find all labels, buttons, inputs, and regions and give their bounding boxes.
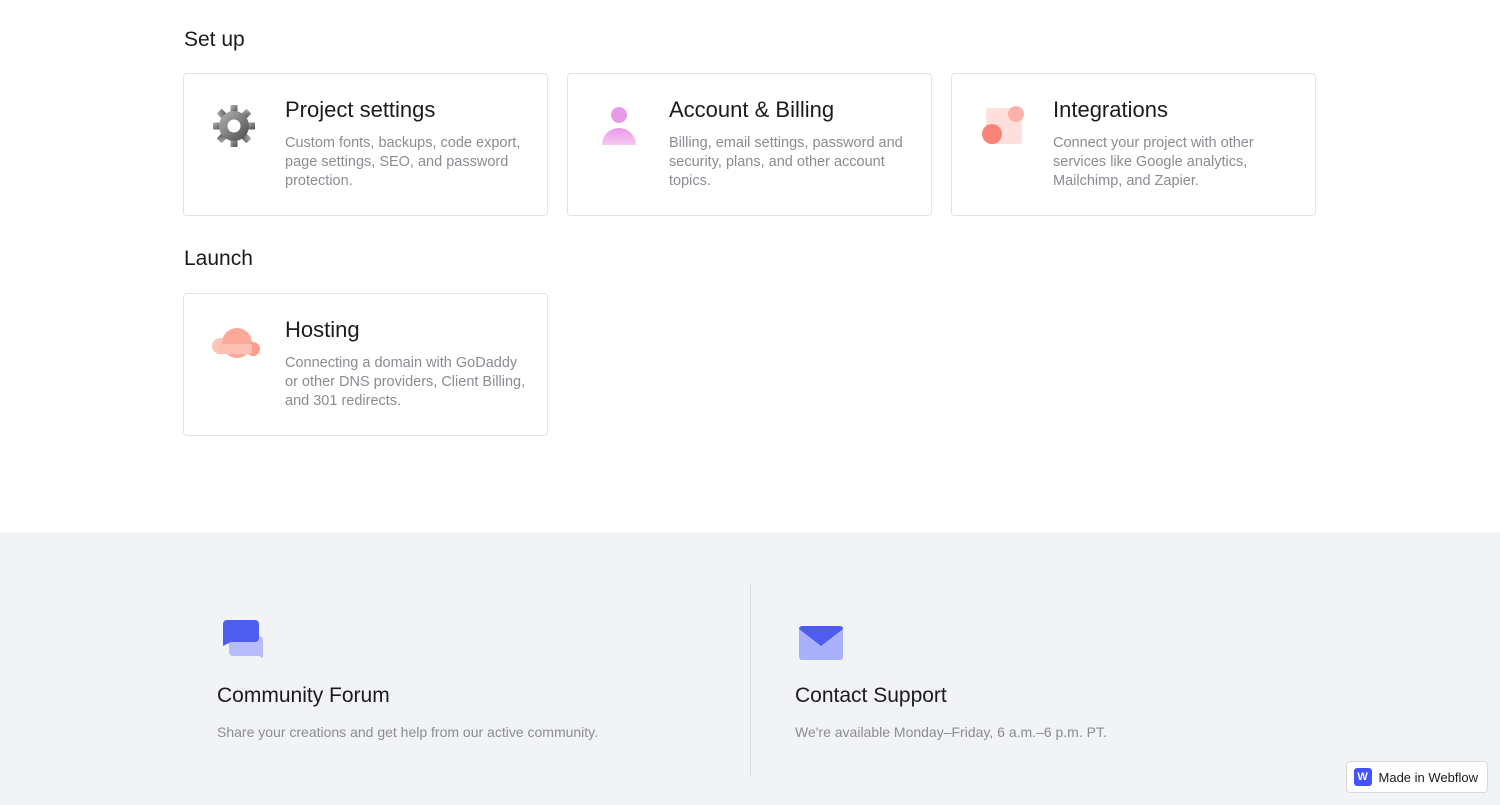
card-title: Integrations (1053, 97, 1168, 122)
section-title-launch: Launch (184, 247, 253, 270)
cloud-icon (210, 322, 262, 370)
person-icon (594, 102, 646, 150)
card-project-settings[interactable]: Project settings Custom fonts, backups, … (183, 73, 548, 216)
footer-divider (750, 584, 751, 776)
community-forum-link[interactable]: Community Forum Share your creations and… (217, 620, 717, 740)
card-title: Hosting (285, 317, 360, 342)
contact-support-link[interactable]: Contact Support We're available Monday–F… (795, 620, 1295, 740)
badge-label: Made in Webflow (1378, 769, 1478, 785)
gear-icon (210, 102, 262, 150)
contact-support-title: Contact Support (795, 684, 947, 707)
card-description: Custom fonts, backups, code export, page… (285, 135, 521, 189)
card-title: Project settings (285, 97, 436, 122)
made-in-webflow-badge[interactable]: W Made in Webflow (1345, 761, 1488, 793)
community-forum-description: Share your creations and get help from o… (217, 724, 599, 740)
card-description: Billing, email settings, password and se… (669, 135, 903, 189)
card-title: Account & Billing (669, 97, 835, 122)
section-title-setup: Set up (184, 28, 245, 51)
card-account-billing[interactable]: Account & Billing Billing, email setting… (567, 73, 932, 216)
webflow-logo-icon: W (1353, 768, 1372, 786)
card-hosting[interactable]: Hosting Connecting a domain with GoDaddy… (183, 293, 548, 436)
community-forum-title: Community Forum (217, 684, 390, 707)
support-footer: Community Forum Share your creations and… (0, 532, 1500, 805)
contact-support-description: We're available Monday–Friday, 6 a.m.–6 … (795, 724, 1107, 740)
envelope-icon (799, 620, 847, 666)
integrations-icon (978, 102, 1030, 150)
card-description: Connect your project with other services… (1053, 135, 1254, 189)
card-description: Connecting a domain with GoDaddy or othe… (285, 355, 526, 409)
card-integrations[interactable]: Integrations Connect your project with o… (951, 73, 1316, 216)
chat-bubbles-icon (221, 620, 269, 666)
